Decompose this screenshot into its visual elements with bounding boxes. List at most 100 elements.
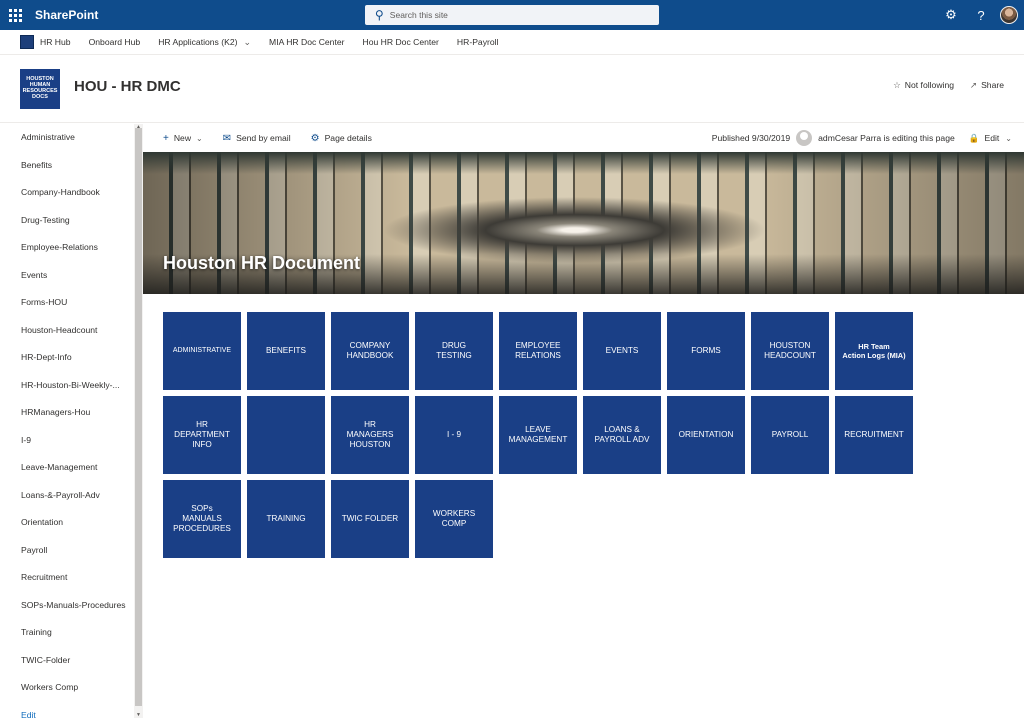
leftnav-item[interactable]: Forms-HOU: [0, 289, 134, 317]
chevron-down-icon: ⌄: [1005, 133, 1012, 143]
quick-link-label: DRUG TESTING: [436, 340, 472, 360]
leftnav-item[interactable]: HR-Houston-Bi-Weekly-...: [0, 372, 134, 400]
leftnav-item[interactable]: I-9: [0, 427, 134, 455]
hub-logo-icon[interactable]: [20, 35, 34, 49]
leftnav-item[interactable]: TWIC-Folder: [0, 647, 134, 675]
hub-link-label: HR Applications (K2): [158, 37, 238, 47]
leftnav-item[interactable]: HR-Dept-Info: [0, 344, 134, 372]
leftnav-item[interactable]: SOPs-Manuals-Procedures: [0, 592, 134, 620]
edit-button[interactable]: 🔒 Edit ⌄: [969, 133, 1012, 144]
chevron-down-icon: ⌄: [243, 36, 252, 47]
hub-link-label: Onboard Hub: [88, 37, 141, 47]
leftnav-scrollbar[interactable]: ▲ ▼: [134, 124, 143, 718]
quick-link-tile[interactable]: LEAVE MANAGEMENT: [499, 396, 577, 474]
hub-link-mia-hr-doc-center[interactable]: MIA HR Doc Center: [269, 37, 344, 47]
hub-link-hr-payroll[interactable]: HR-Payroll: [457, 37, 499, 47]
avatar[interactable]: [1000, 6, 1018, 24]
send-by-email-button[interactable]: ✉ Send by email: [223, 133, 291, 144]
gear-icon[interactable]: ⚙: [936, 7, 966, 23]
quick-link-label: TRAINING: [266, 513, 306, 523]
hub-link-label: MIA HR Doc Center: [269, 37, 345, 47]
app-name[interactable]: SharePoint: [35, 8, 98, 22]
quick-link-tile[interactable]: COMPANY HANDBOOK: [331, 312, 409, 390]
suite-bar: SharePoint ⚲ Search this site ⚙ ?: [0, 0, 1024, 30]
quick-link-tile[interactable]: ADMINISTRATIVE: [163, 312, 241, 390]
waffle-icon[interactable]: [0, 0, 30, 30]
leftnav-item[interactable]: Company-Handbook: [0, 179, 134, 207]
share-button[interactable]: ↗ Share: [970, 80, 1004, 91]
quick-link-label: LOANS & PAYROLL ADV: [594, 424, 650, 444]
quick-link-tile[interactable]: TWIC FOLDER: [331, 480, 409, 558]
leftnav-item[interactable]: Leave-Management: [0, 454, 134, 482]
site-logo[interactable]: HOUSTON HUMAN RESOURCES DOCS: [20, 69, 60, 109]
quick-link-tile[interactable]: TRAINING: [247, 480, 325, 558]
quick-link-label: RECRUITMENT: [844, 429, 904, 439]
quick-link-label: BENEFITS: [265, 345, 307, 355]
quick-link-tile[interactable]: BENEFITS: [247, 312, 325, 390]
plus-icon: +: [163, 132, 169, 144]
scrollbar-thumb[interactable]: [135, 128, 142, 706]
site-title[interactable]: HOU - HR DMC: [74, 78, 181, 95]
send-label: Send by email: [236, 133, 291, 143]
hub-link-onboard-hub[interactable]: Onboard Hub: [89, 37, 141, 47]
quick-link-tile[interactable]: LOANS & PAYROLL ADV: [583, 396, 661, 474]
search-icon: ⚲: [375, 8, 384, 22]
new-button[interactable]: + New ⌄: [163, 133, 203, 144]
hub-nav: HR Hub Onboard Hub HR Applications (K2) ⌄…: [0, 30, 1024, 55]
leftnav-item[interactable]: Houston-Headcount: [0, 317, 134, 345]
editing-status: admCesar Parra is editing this page: [818, 133, 955, 143]
leftnav-item[interactable]: Benefits: [0, 152, 134, 180]
leftnav-item[interactable]: Payroll: [0, 537, 134, 565]
leftnav-edit-link[interactable]: Edit: [0, 702, 134, 718]
search-input[interactable]: ⚲ Search this site: [365, 5, 659, 25]
quick-link-label: PAYROLL: [771, 429, 809, 439]
hub-link-hr-hub[interactable]: HR Hub: [40, 37, 71, 47]
hero-banner: Houston HR Document: [143, 152, 1024, 294]
quick-link-tile[interactable]: HOUSTON HEADCOUNT: [751, 312, 829, 390]
quick-link-tile[interactable]: EMPLOYEE RELATIONS: [499, 312, 577, 390]
leftnav-item[interactable]: Workers Comp: [0, 674, 134, 702]
quick-link-tile[interactable]: [247, 396, 325, 474]
follow-label: Not following: [904, 80, 954, 90]
quick-link-label: HOUSTON HEADCOUNT: [764, 340, 816, 360]
leftnav-item[interactable]: HRManagers-Hou: [0, 399, 134, 427]
new-label: New: [173, 133, 192, 143]
leftnav-item[interactable]: Recruitment: [0, 564, 134, 592]
scroll-down-icon[interactable]: ▼: [134, 712, 143, 718]
quick-link-tile[interactable]: ORIENTATION: [667, 396, 745, 474]
chevron-down-icon: ⌄: [196, 133, 203, 143]
quick-link-tile[interactable]: HR DEPARTMENT INFO: [163, 396, 241, 474]
quick-link-label: LEAVE MANAGEMENT: [508, 424, 568, 444]
lock-icon: 🔒: [968, 132, 980, 143]
left-nav: Administrative Benefits Company-Handbook…: [0, 124, 143, 718]
quick-link-tile[interactable]: HR MANAGERS HOUSTON: [331, 396, 409, 474]
help-icon[interactable]: ?: [966, 8, 996, 23]
hub-link-hou-hr-doc-center[interactable]: Hou HR Doc Center: [363, 37, 439, 47]
leftnav-item[interactable]: Loans-&-Payroll-Adv: [0, 482, 134, 510]
quick-link-tile[interactable]: DRUG TESTING: [415, 312, 493, 390]
leftnav-item[interactable]: Events: [0, 262, 134, 290]
leftnav-item[interactable]: Administrative: [0, 124, 134, 152]
quick-link-tile[interactable]: FORMS: [667, 312, 745, 390]
quick-link-label: HR Team Action Logs (MIA): [842, 341, 906, 360]
quick-link-tile[interactable]: I - 9: [415, 396, 493, 474]
follow-button[interactable]: ☆ Not following: [893, 80, 954, 91]
leftnav-item[interactable]: Orientation: [0, 509, 134, 537]
page-details-button[interactable]: ⚙ Page details: [311, 133, 372, 144]
leftnav-item[interactable]: Employee-Relations: [0, 234, 134, 262]
quick-link-label: I - 9: [446, 429, 462, 439]
leftnav-item[interactable]: Training: [0, 619, 134, 647]
quick-link-tile[interactable]: EVENTS: [583, 312, 661, 390]
details-label: Page details: [324, 133, 372, 143]
editor-avatar[interactable]: [796, 130, 813, 146]
site-header: HOUSTON HUMAN RESOURCES DOCS HOU - HR DM…: [0, 55, 1024, 123]
quick-link-tile[interactable]: RECRUITMENT: [835, 396, 913, 474]
quick-link-tile[interactable]: WORKERS COMP: [415, 480, 493, 558]
leftnav-item[interactable]: Drug-Testing: [0, 207, 134, 235]
quick-link-tile[interactable]: SOPs MANUALS PROCEDURES: [163, 480, 241, 558]
quick-link-label: HR DEPARTMENT INFO: [174, 419, 230, 450]
quick-link-tile[interactable]: PAYROLL: [751, 396, 829, 474]
hub-link-hr-applications[interactable]: HR Applications (K2) ⌄: [158, 37, 251, 48]
quick-link-tile[interactable]: HR Team Action Logs (MIA): [835, 312, 913, 390]
quick-link-label: TWIC FOLDER: [341, 513, 399, 523]
